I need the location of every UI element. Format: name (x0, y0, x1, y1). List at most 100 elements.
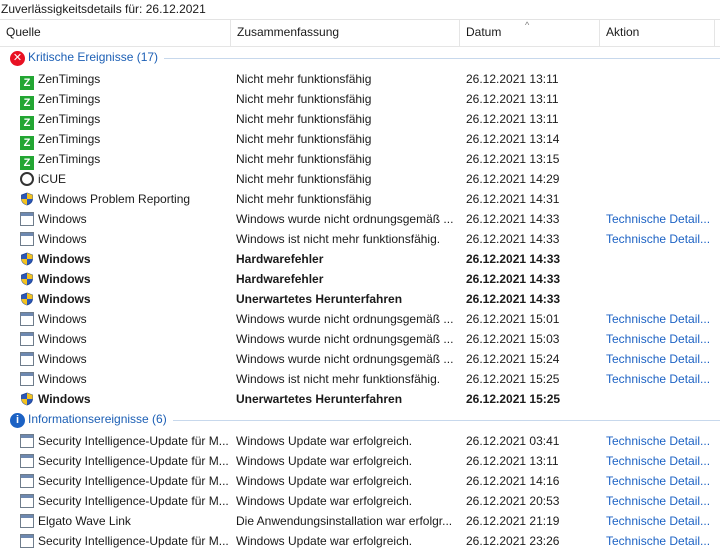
event-row[interactable]: Z ZenTimings Nicht mehr funktionsfähig 26.1… (0, 89, 720, 110)
event-date: 26.12.2021 14:16 (466, 474, 560, 488)
technical-details-link[interactable]: Technische Detail... (606, 229, 718, 249)
event-date: 26.12.2021 14:29 (466, 172, 560, 186)
event-summary: Windows Update war erfolgreich. (236, 494, 413, 508)
technical-details-link[interactable]: Technische Detail... (606, 531, 718, 551)
event-source-label: Windows Problem Reporting (38, 192, 191, 206)
event-row[interactable]: Windows Windows wurde nicht ordnungsgemäß… (0, 329, 720, 349)
shield-icon (20, 392, 34, 406)
event-row[interactable]: Windows Hardwarefehler 26.12.2021 14:33 (0, 249, 720, 269)
event-summary: Windows Update war erfolgreich. (236, 454, 413, 468)
technical-details-link[interactable]: Technische Detail... (606, 511, 718, 531)
event-source: Security Intelligence-Update für M... (20, 491, 230, 511)
event-row[interactable]: iCUE Nicht mehr funktionsfähig 26.12.2021 … (0, 169, 720, 189)
event-row[interactable]: Security Intelligence-Update für M... Win… (0, 531, 720, 551)
event-list: ✕ Kritische Ereignisse (17) Z ZenTimings Nic… (0, 47, 720, 551)
column-header-date[interactable]: Datum (460, 20, 600, 46)
event-source-label: ZenTimings (38, 132, 101, 146)
technical-details-link[interactable]: Technische Detail... (606, 349, 718, 369)
technical-details-link[interactable]: Technische Detail... (606, 329, 718, 349)
event-row[interactable]: Z ZenTimings Nicht mehr funktionsfähig 26.1… (0, 129, 720, 150)
event-row[interactable]: Z ZenTimings Nicht mehr funktionsfähig 26.1… (0, 69, 720, 90)
event-source-label: Security Intelligence-Update für M... (38, 534, 229, 548)
column-header-summary[interactable]: Zusammenfassung (231, 20, 460, 46)
event-row[interactable]: Z ZenTimings Nicht mehr funktionsfähig 26.1… (0, 149, 720, 170)
event-source: Z ZenTimings (20, 109, 230, 130)
event-source-label: ZenTimings (38, 92, 101, 106)
event-row[interactable]: Windows Windows ist nicht mehr funktionsf… (0, 369, 720, 389)
event-date: 26.12.2021 13:14 (466, 132, 560, 146)
window-icon (20, 534, 34, 548)
information-events-group-header[interactable]: i Informationsereignisse (6) (0, 409, 720, 431)
technical-details-link[interactable]: Technische Detail... (606, 451, 718, 471)
event-row[interactable]: Windows Windows wurde nicht ordnungsgemäß… (0, 309, 720, 329)
window-title: Zuverlässigkeitsdetails für: 26.12.2021 (0, 0, 720, 20)
event-date: 26.12.2021 14:33 (466, 212, 560, 226)
event-row[interactable]: Security Intelligence-Update für M... Win… (0, 471, 720, 491)
event-summary: Nicht mehr funktionsfähig (236, 92, 372, 106)
critical-events-group-header[interactable]: ✕ Kritische Ereignisse (17) (0, 47, 720, 69)
event-row[interactable]: Windows Problem Reporting Nicht mehr funk… (0, 189, 720, 209)
event-source: Z ZenTimings (20, 129, 230, 150)
technical-details-link[interactable]: Technische Detail... (606, 431, 718, 451)
technical-details-link[interactable]: Technische Detail... (606, 491, 718, 511)
event-summary: Windows Update war erfolgreich. (236, 434, 413, 448)
information-events-group-label: Informationsereignisse (6) (28, 412, 167, 426)
shield-icon (20, 292, 34, 306)
event-source: Windows (20, 229, 230, 249)
event-summary: Nicht mehr funktionsfähig (236, 112, 372, 126)
event-source: Elgato Wave Link (20, 511, 230, 531)
event-source-label: ZenTimings (38, 112, 101, 126)
event-row[interactable]: Windows Windows wurde nicht ordnungsgemäß… (0, 349, 720, 369)
event-row[interactable]: Windows Windows wurde nicht ordnungsgemäß… (0, 209, 720, 229)
event-source-label: ZenTimings (38, 72, 101, 86)
event-summary: Nicht mehr funktionsfähig (236, 132, 372, 146)
technical-details-link[interactable]: Technische Detail... (606, 369, 718, 389)
event-date: 26.12.2021 15:03 (466, 332, 560, 346)
event-source: Windows (20, 309, 230, 329)
event-row[interactable]: Windows Unerwartetes Herunterfahren 26.12.… (0, 389, 720, 409)
event-date: 26.12.2021 13:11 (466, 112, 559, 126)
event-date: 26.12.2021 13:11 (466, 92, 559, 106)
event-row[interactable]: Z ZenTimings Nicht mehr funktionsfähig 26.1… (0, 109, 720, 130)
event-source-label: Windows (38, 292, 91, 306)
event-row[interactable]: Elgato Wave Link Die Anwendungsinstallati… (0, 511, 720, 531)
event-date: 26.12.2021 14:31 (466, 192, 560, 206)
window-icon (20, 434, 34, 448)
group-divider (164, 58, 720, 59)
event-source: Windows (20, 249, 230, 269)
column-header-source[interactable]: Quelle (0, 20, 231, 46)
info-icon: i (10, 413, 25, 428)
event-date: 26.12.2021 14:33 (466, 292, 561, 306)
technical-details-link[interactable]: Technische Detail... (606, 209, 718, 229)
event-row[interactable]: Security Intelligence-Update für M... Win… (0, 491, 720, 511)
event-source-label: Security Intelligence-Update für M... (38, 434, 229, 448)
event-row[interactable]: Security Intelligence-Update für M... Win… (0, 451, 720, 471)
event-summary: Windows Update war erfolgreich. (236, 474, 413, 488)
event-date: 26.12.2021 13:11 (466, 72, 559, 86)
event-row[interactable]: Windows Windows ist nicht mehr funktionsf… (0, 229, 720, 249)
event-source: Security Intelligence-Update für M... (20, 431, 230, 451)
event-summary: Hardwarefehler (236, 272, 324, 286)
event-summary: Nicht mehr funktionsfähig (236, 172, 372, 186)
window-icon (20, 232, 34, 246)
event-source-label: Windows (38, 392, 91, 406)
shield-icon (20, 272, 34, 286)
error-icon: ✕ (10, 51, 25, 66)
event-row[interactable]: Windows Hardwarefehler 26.12.2021 14:33 (0, 269, 720, 289)
shield-icon (20, 192, 34, 206)
event-source-label: Windows (38, 232, 87, 246)
event-row[interactable]: Windows Unerwartetes Herunterfahren 26.12.… (0, 289, 720, 309)
window-icon (20, 312, 34, 326)
technical-details-link[interactable]: Technische Detail... (606, 309, 718, 329)
event-source-label: Windows (38, 272, 91, 286)
technical-details-link[interactable]: Technische Detail... (606, 471, 718, 491)
event-source: Windows (20, 269, 230, 289)
column-header-action[interactable]: Aktion (600, 20, 715, 46)
event-summary: Unerwartetes Herunterfahren (236, 392, 403, 406)
event-source-label: Windows (38, 312, 87, 326)
event-date: 26.12.2021 23:26 (466, 534, 560, 548)
event-row[interactable]: Security Intelligence-Update für M... Win… (0, 431, 720, 451)
zentimings-icon: Z (20, 76, 34, 90)
event-summary: Hardwarefehler (236, 252, 324, 266)
event-source: Z ZenTimings (20, 89, 230, 110)
